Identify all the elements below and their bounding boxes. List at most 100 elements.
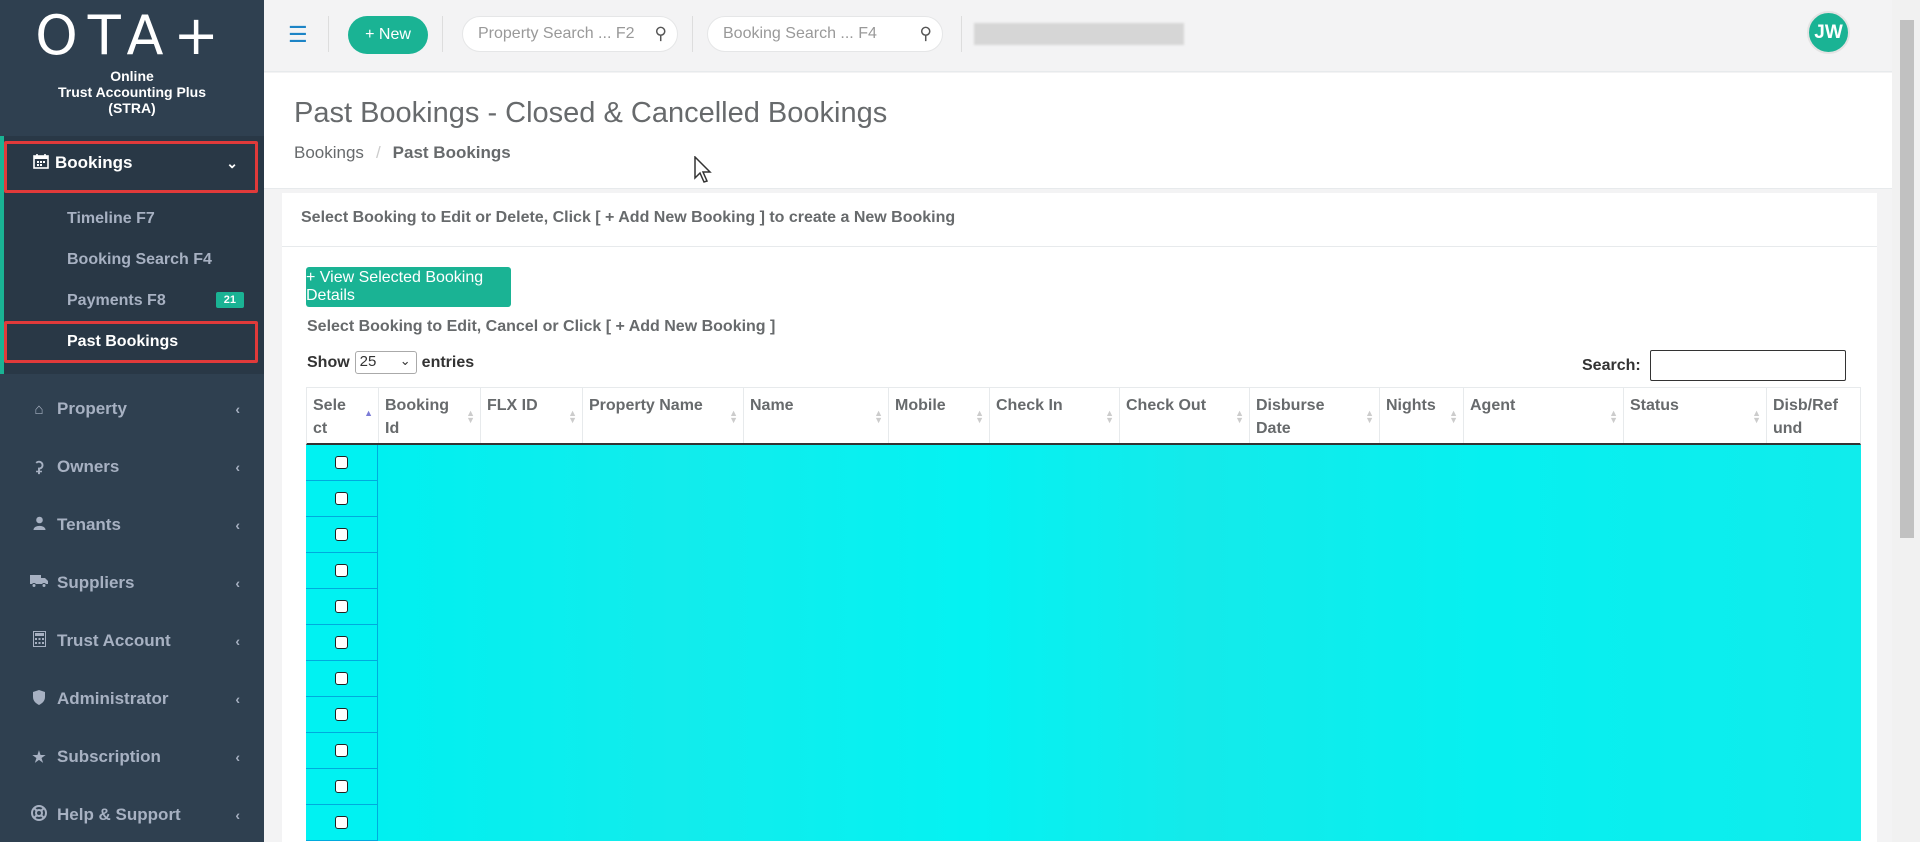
row-select-cell xyxy=(306,661,378,697)
row-select-cell xyxy=(306,733,378,769)
sidebar-subitem-payments[interactable]: Payments F8 21 xyxy=(4,280,264,321)
search-icon[interactable]: ⚲ xyxy=(920,24,932,44)
column-header-check-in[interactable]: Check In ▲ ▼ xyxy=(990,388,1120,443)
shield-icon xyxy=(29,689,49,709)
bookings-panel: Select Booking to Edit or Delete, Click … xyxy=(282,193,1877,842)
hamburger-menu-icon[interactable]: ☰ xyxy=(288,22,308,48)
sidebar-item-bookings[interactable]: Bookings ⌄ xyxy=(4,136,260,190)
bookings-table: Sele ct ▲ Booking Id ▲ ▼ FLX ID ▲ ▼ Property Na… xyxy=(306,387,1861,841)
row-checkbox[interactable] xyxy=(335,564,348,577)
entries-select[interactable]: 25 ⌄ xyxy=(354,351,417,374)
page-title: Past Bookings - Closed & Cancelled Booki… xyxy=(294,97,888,129)
user-avatar[interactable]: JW xyxy=(1807,11,1850,54)
view-selected-booking-button[interactable]: + View Selected Booking Details xyxy=(306,267,511,307)
new-button[interactable]: + New xyxy=(348,16,428,54)
property-search-input[interactable]: Property Search ... F2 ⚲ xyxy=(462,16,678,52)
sidebar-subitem-booking-search[interactable]: Booking Search F4 xyxy=(4,239,264,280)
sort-icon: ▲ ▼ xyxy=(1365,408,1374,425)
sidebar-item-trust-account[interactable]: Trust Account ‹ xyxy=(0,612,264,670)
divider xyxy=(442,16,443,52)
sort-icon: ▲ ▼ xyxy=(1752,408,1761,425)
sort-icon: ▲ ▼ xyxy=(874,408,883,425)
sidebar-item-help-support[interactable]: Help & Support ‹ xyxy=(0,786,264,842)
breadcrumb-separator: / xyxy=(375,143,381,162)
bookings-group: Bookings ⌄ Timeline F7 Booking Search F4… xyxy=(0,136,264,374)
row-select-cell xyxy=(306,625,378,661)
row-checkbox[interactable] xyxy=(335,816,348,829)
search-icon[interactable]: ⚲ xyxy=(655,24,667,44)
instruction-text: Select Booking to Edit, Cancel or Click … xyxy=(307,318,776,335)
sidebar-item-suppliers[interactable]: Suppliers ‹ xyxy=(0,554,264,612)
column-header-check-out[interactable]: Check Out ▲ ▼ xyxy=(1120,388,1250,443)
column-header-mobile[interactable]: Mobile ▲ ▼ xyxy=(889,388,990,443)
sidebar-item-tenants[interactable]: Tenants ‹ xyxy=(0,496,264,554)
chevron-left-icon: ‹ xyxy=(235,807,240,823)
row-checkbox[interactable] xyxy=(335,780,348,793)
sidebar-item-administrator[interactable]: Administrator ‹ xyxy=(0,670,264,728)
column-header-flx-id[interactable]: FLX ID ▲ ▼ xyxy=(481,388,583,443)
sidebar-item-property[interactable]: ⌂ Property ‹ xyxy=(0,380,264,438)
row-checkbox[interactable] xyxy=(335,672,348,685)
star-icon: ★ xyxy=(32,749,46,766)
chevron-left-icon: ‹ xyxy=(235,517,240,533)
row-select-cell xyxy=(306,589,378,625)
sidebar-subitem-past-bookings[interactable]: Past Bookings xyxy=(4,321,264,362)
row-checkbox[interactable] xyxy=(335,528,348,541)
lifebuoy-icon xyxy=(29,805,49,825)
column-header-booking-id[interactable]: Booking Id ▲ ▼ xyxy=(379,388,481,443)
row-checkbox[interactable] xyxy=(335,600,348,613)
panel-title: Select Booking to Edit or Delete, Click … xyxy=(282,193,1877,247)
divider xyxy=(328,16,329,52)
payments-count-badge: 21 xyxy=(215,292,244,308)
sort-icon: ▲ ▼ xyxy=(1449,408,1458,425)
table-search-label: Search: xyxy=(1582,357,1641,374)
column-header-property-name[interactable]: Property Name ▲ ▼ xyxy=(583,388,744,443)
logo-area: OTA+ Online Trust Accounting Plus (STRA) xyxy=(0,0,264,136)
row-checkbox[interactable] xyxy=(335,456,348,469)
row-select-cell xyxy=(306,553,378,589)
column-header-disb-refund[interactable]: Disb/Ref und xyxy=(1767,388,1860,443)
chevron-left-icon: ‹ xyxy=(235,459,240,475)
chevron-down-icon: ⌄ xyxy=(399,353,411,368)
row-select-cell xyxy=(306,805,378,841)
row-checkbox[interactable] xyxy=(335,744,348,757)
sort-icon: ▲ ▼ xyxy=(975,408,984,425)
sort-icon: ▲ ▼ xyxy=(466,408,475,425)
sidebar: OTA+ Online Trust Accounting Plus (STRA)… xyxy=(0,0,264,842)
table-body xyxy=(306,445,1861,841)
page-scrollbar[interactable] xyxy=(1892,0,1920,842)
sidebar-item-owners[interactable]: ⚳ Owners ‹ xyxy=(0,438,264,496)
calendar-icon xyxy=(33,153,49,174)
row-select-cell xyxy=(306,697,378,733)
key-icon: ⚳ xyxy=(33,459,45,476)
scrollbar-thumb[interactable] xyxy=(1900,20,1914,538)
page-heading: Past Bookings - Closed & Cancelled Booki… xyxy=(264,73,1892,189)
redacted-info xyxy=(974,23,1184,45)
row-checkbox[interactable] xyxy=(335,492,348,505)
user-icon xyxy=(29,516,49,534)
breadcrumb-current: Past Bookings xyxy=(392,143,511,162)
column-header-name[interactable]: Name ▲ ▼ xyxy=(744,388,889,443)
column-header-status[interactable]: Status ▲ ▼ xyxy=(1624,388,1767,443)
calculator-icon xyxy=(29,631,49,651)
breadcrumb-bookings-link[interactable]: Bookings xyxy=(294,143,364,162)
chevron-left-icon: ‹ xyxy=(235,691,240,707)
sidebar-subitem-timeline[interactable]: Timeline F7 xyxy=(4,198,264,239)
divider xyxy=(692,16,693,52)
table-search-input[interactable] xyxy=(1650,350,1846,381)
chevron-left-icon: ‹ xyxy=(235,749,240,765)
sidebar-item-subscription[interactable]: ★ Subscription ‹ xyxy=(0,728,264,786)
app-subtitle: Online Trust Accounting Plus (STRA) xyxy=(57,68,207,116)
column-header-agent[interactable]: Agent ▲ ▼ xyxy=(1464,388,1624,443)
row-checkbox[interactable] xyxy=(335,636,348,649)
sort-icon: ▲ ▼ xyxy=(1235,408,1244,425)
chevron-left-icon: ‹ xyxy=(235,633,240,649)
column-header-nights[interactable]: Nights ▲ ▼ xyxy=(1380,388,1464,443)
app-logo: OTA+ xyxy=(35,4,229,67)
column-header-disburse-date[interactable]: Disburse Date ▲ ▼ xyxy=(1250,388,1380,443)
column-header-select[interactable]: Sele ct ▲ xyxy=(307,388,379,443)
row-checkbox[interactable] xyxy=(335,708,348,721)
sort-icon: ▲ ▼ xyxy=(1105,408,1114,425)
row-select-cell xyxy=(306,445,378,481)
booking-search-input[interactable]: Booking Search ... F4 ⚲ xyxy=(707,16,943,52)
